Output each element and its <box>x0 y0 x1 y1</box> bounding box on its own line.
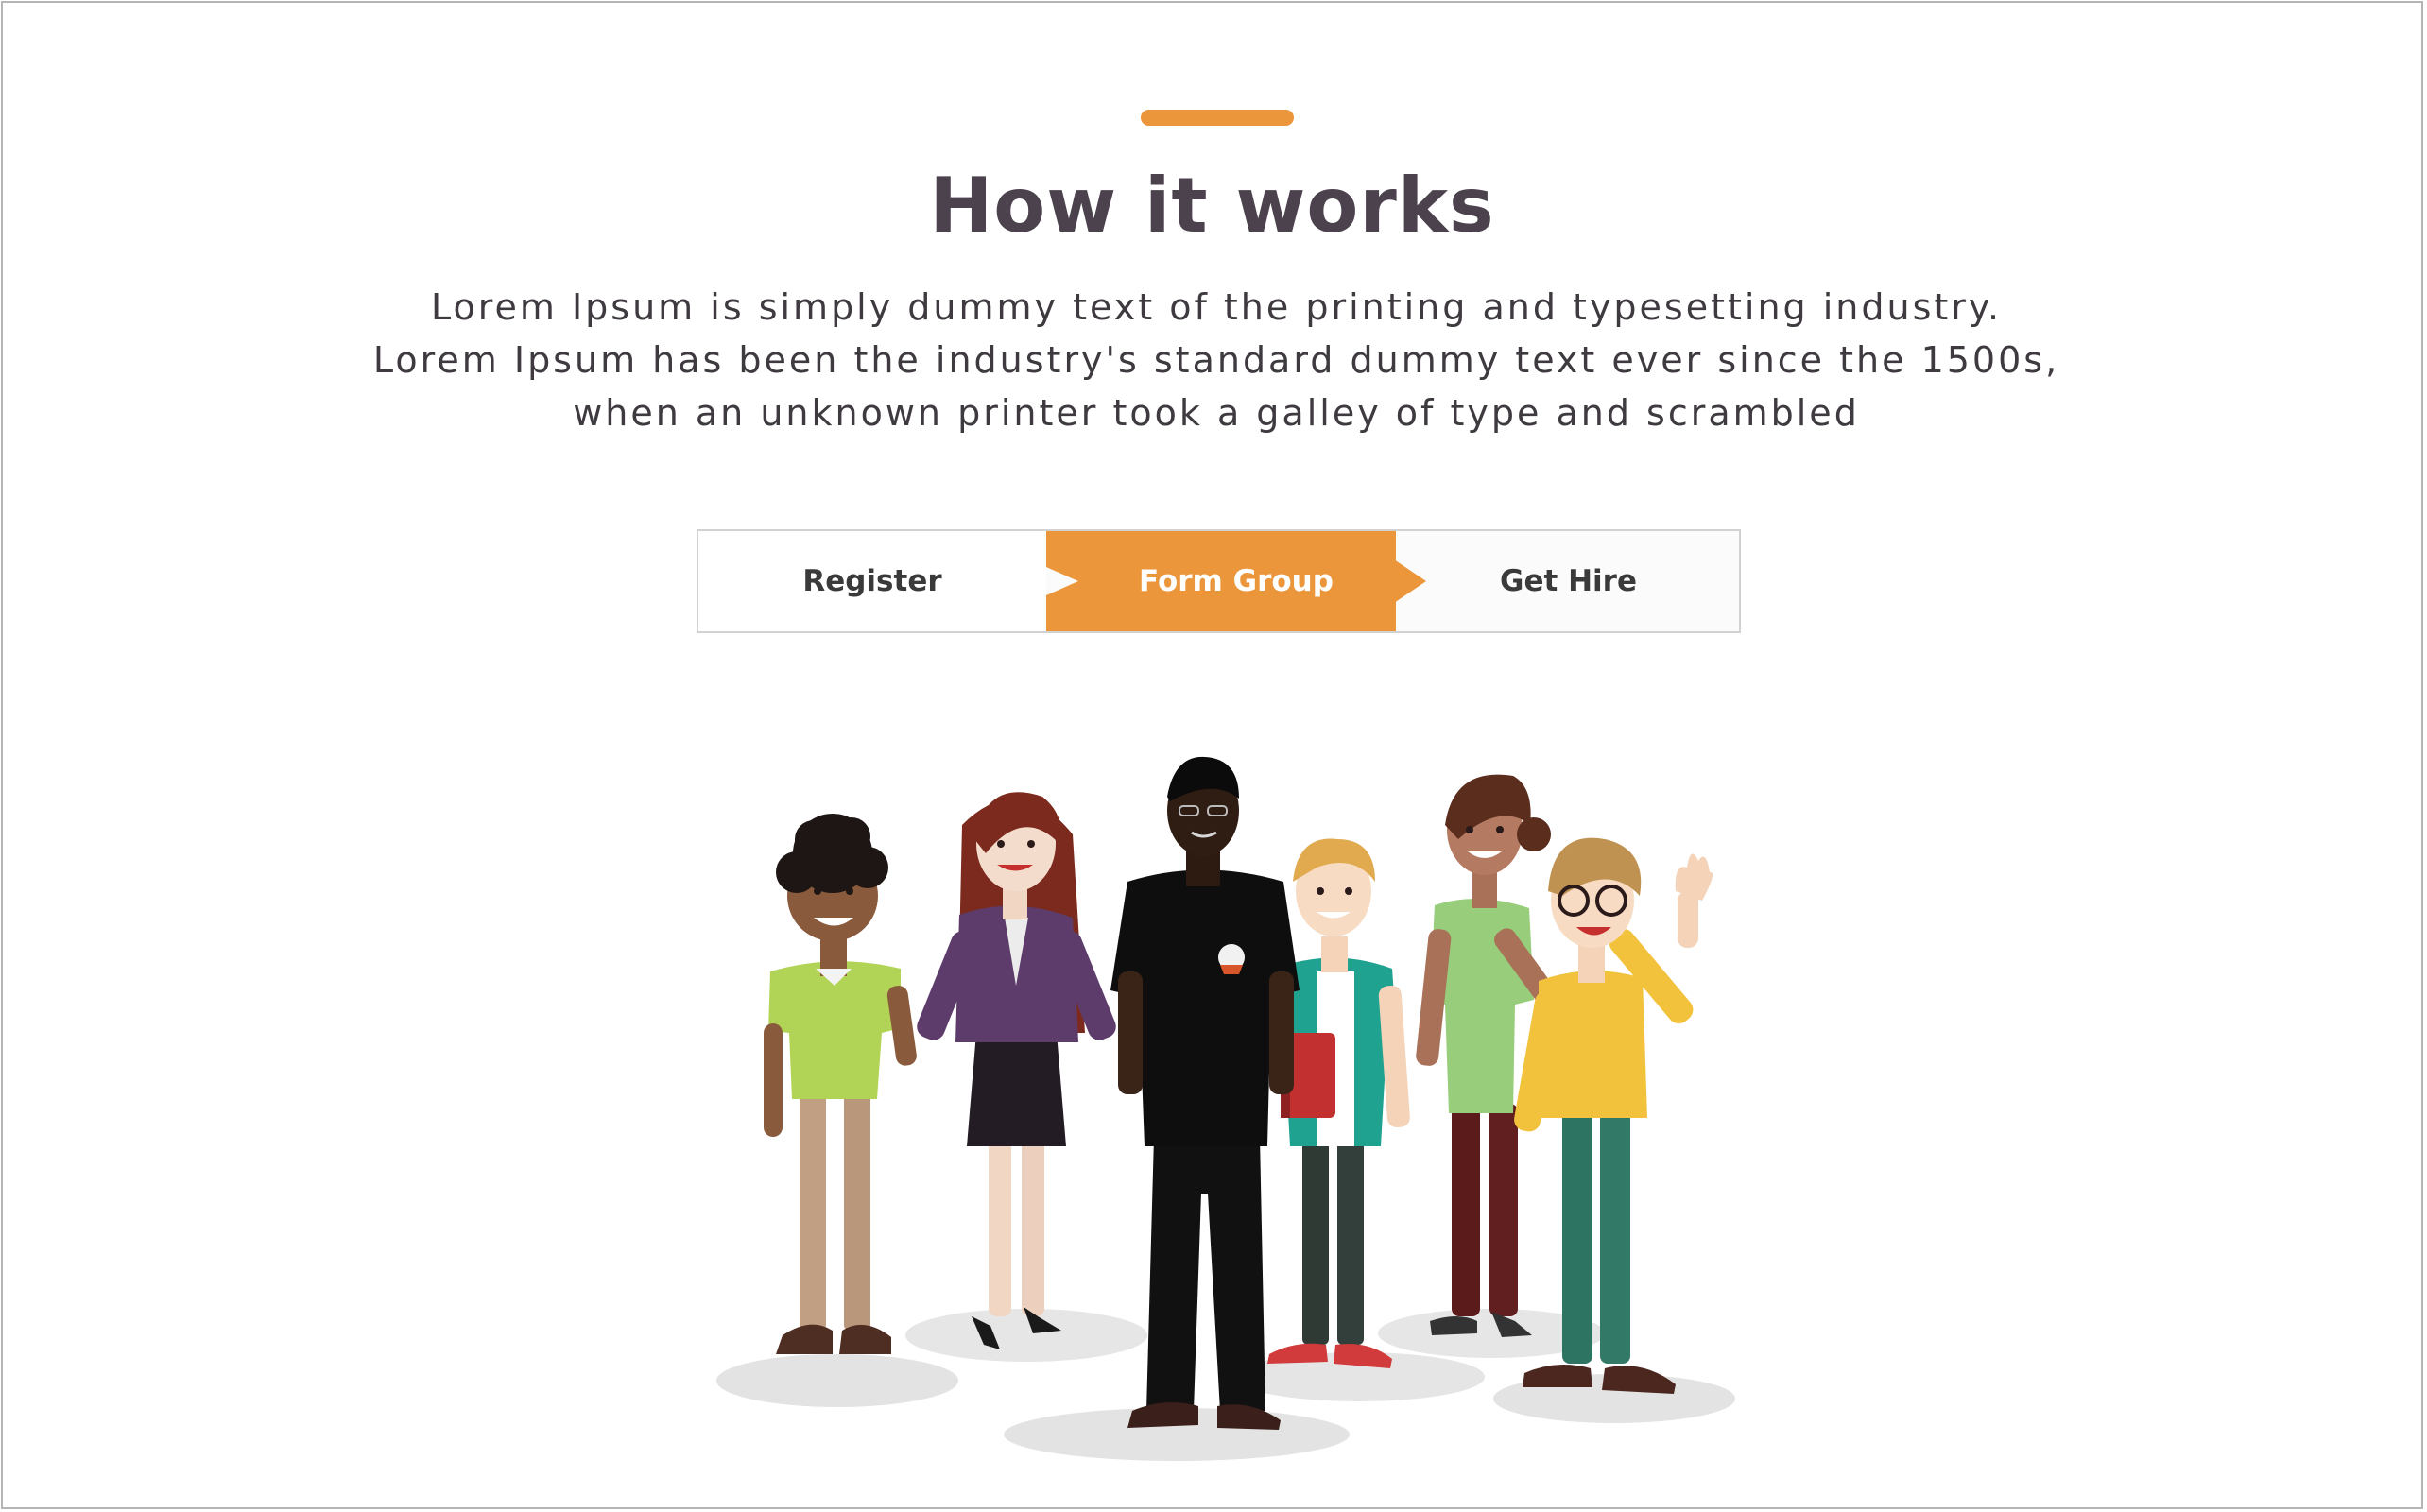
person-purple-blazer <box>917 792 1116 1349</box>
page-frame: How it works Lorem Ipsum is simply dummy… <box>1 1 2423 1509</box>
person-green-shirt <box>764 814 917 1354</box>
title-accent-bar <box>1141 110 1294 126</box>
steps-tab-bar: Register Form Group Get Hire <box>697 529 1741 633</box>
section-description: Lorem Ipsum is simply dummy text of the … <box>372 286 2060 434</box>
step-form-group[interactable]: Form Group <box>1046 531 1426 631</box>
person-yellow-sweater <box>1514 837 1713 1394</box>
step-register[interactable]: Register <box>698 531 1046 631</box>
step-form-group-label: Form Group <box>1139 564 1334 598</box>
step-get-hire[interactable]: Get Hire <box>1396 531 1741 631</box>
step-get-hire-label: Get Hire <box>1500 564 1637 598</box>
step-register-label: Register <box>802 564 942 598</box>
active-step-arrow-tip <box>1394 559 1426 603</box>
person-teal-jacket <box>1267 838 1410 1368</box>
group-of-people-illustration <box>716 756 1735 1461</box>
section-title: How it works <box>929 162 1495 249</box>
